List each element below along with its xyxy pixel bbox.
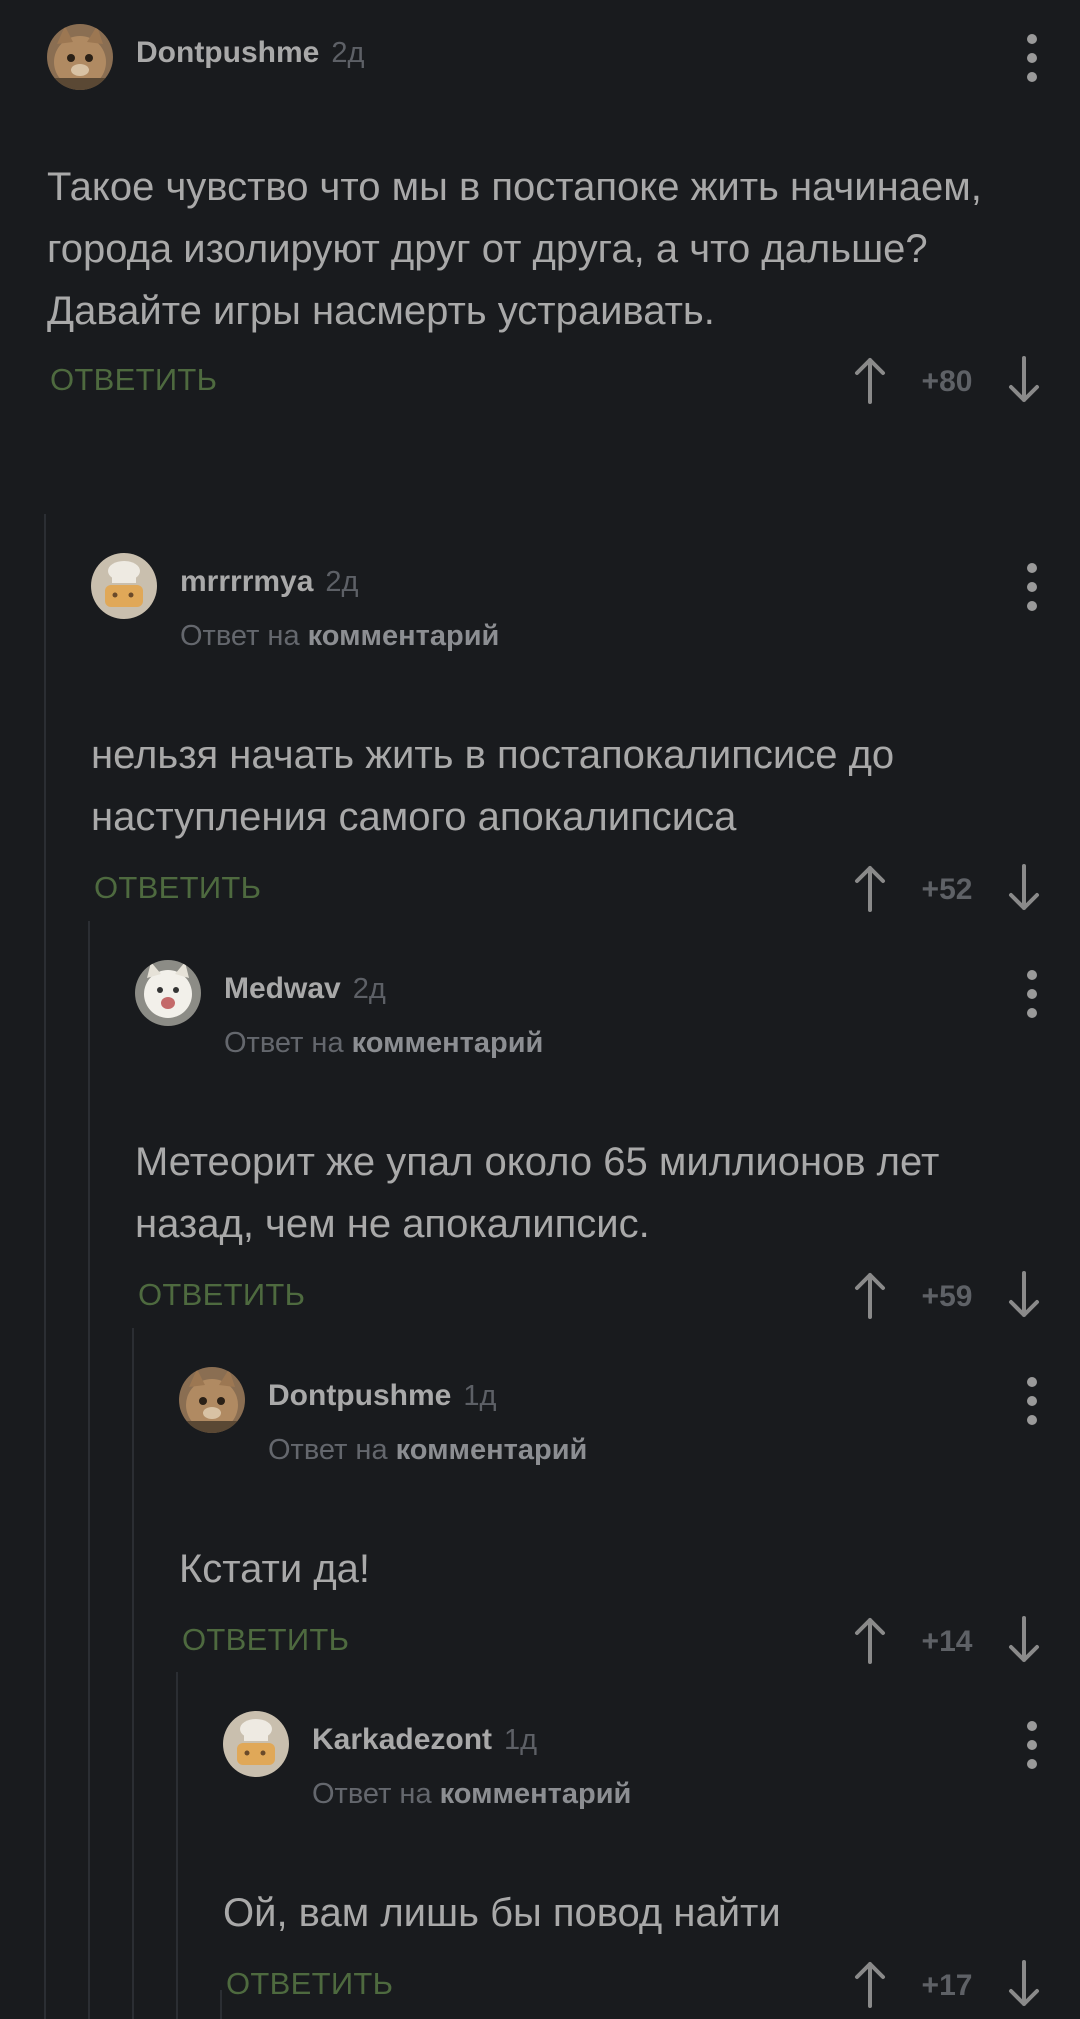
- comment-text: нельзя начать жить в постапокалипсисе до…: [91, 733, 895, 839]
- reply-button[interactable]: ОТВЕТИТЬ: [226, 1966, 393, 2002]
- downvote-arrow-icon[interactable]: [1006, 864, 1042, 912]
- upvote-arrow-icon[interactable]: [852, 1616, 888, 1664]
- more-options-icon[interactable]: [1022, 563, 1042, 611]
- thread-line-level-1: [44, 514, 46, 2019]
- comment-author[interactable]: Medwav 2д: [224, 972, 386, 1006]
- more-options-icon[interactable]: [1022, 1377, 1042, 1425]
- comment-author[interactable]: Dontpushme 2д: [136, 36, 364, 70]
- author-name[interactable]: Dontpushme: [136, 36, 319, 69]
- comment-time: 2д: [325, 566, 359, 598]
- reply-to-link[interactable]: комментарий: [352, 1027, 544, 1059]
- upvote-arrow-icon[interactable]: [852, 1271, 888, 1319]
- comment-time: 1д: [463, 1380, 497, 1412]
- comment-actions: ОТВЕТИТЬ +17: [223, 1954, 1080, 2014]
- avatar[interactable]: [135, 960, 201, 1026]
- downvote-arrow-icon[interactable]: [1006, 356, 1042, 404]
- vote-controls: +14: [852, 1610, 1042, 1670]
- vote-controls: +59: [852, 1265, 1042, 1325]
- author-name[interactable]: Karkadezont: [312, 1723, 492, 1756]
- comment-actions: ОТВЕТИТЬ +80: [47, 350, 1080, 410]
- thread-line-level-4: [176, 1672, 178, 2019]
- reply-to-prefix: Ответ на: [312, 1778, 432, 1810]
- comment-time: 1д: [504, 1724, 538, 1756]
- upvote-arrow-icon[interactable]: [852, 1960, 888, 2008]
- comment-header: Dontpushme 1д Ответ на комментарий: [179, 1367, 1080, 1466]
- comment: Dontpushme 2д Такое чувство что мы в пост…: [47, 24, 1080, 410]
- comment-actions: ОТВЕТИТЬ +59: [135, 1265, 1080, 1325]
- reply-to-link[interactable]: комментарий: [440, 1778, 632, 1810]
- thread-line-level-2: [88, 921, 90, 2019]
- vote-controls: +52: [852, 858, 1042, 918]
- comment-header: Dontpushme 2д: [47, 24, 1080, 94]
- avatar[interactable]: [179, 1367, 245, 1433]
- reply-button[interactable]: ОТВЕТИТЬ: [50, 362, 217, 398]
- reply-to-info: Ответ на комментарий: [180, 620, 499, 653]
- comment-header: mrrrrmya 2д Ответ на комментарий: [91, 553, 1080, 652]
- avatar[interactable]: [47, 24, 113, 90]
- comment-score: +52: [921, 873, 973, 906]
- comment-author[interactable]: Dontpushme 1д: [268, 1379, 496, 1413]
- reply-button[interactable]: ОТВЕТИТЬ: [182, 1622, 349, 1658]
- comment-score: +59: [921, 1280, 973, 1313]
- comment-text: Кстати да!: [179, 1547, 371, 1591]
- comment-score: +17: [921, 1969, 973, 2002]
- upvote-arrow-icon[interactable]: [852, 864, 888, 912]
- more-options-icon[interactable]: [1022, 34, 1042, 82]
- reply-to-link[interactable]: комментарий: [396, 1434, 588, 1466]
- reply-to-info: Ответ на комментарий: [268, 1434, 587, 1467]
- vote-controls: +80: [852, 350, 1042, 410]
- thread-line-level-3: [132, 1328, 134, 2019]
- reply-button[interactable]: ОТВЕТИТЬ: [138, 1277, 305, 1313]
- reply-to-link[interactable]: комментарий: [308, 620, 500, 652]
- comment: Dontpushme 1д Ответ на комментарий Кстати…: [179, 1367, 1080, 1670]
- downvote-arrow-icon[interactable]: [1006, 1960, 1042, 2008]
- comment-text: Такое чувство что мы в постапоке жить на…: [47, 165, 982, 333]
- avatar[interactable]: [223, 1711, 289, 1777]
- comment-text: Метеорит же упал около 65 миллионов лет …: [135, 1140, 940, 1246]
- comment-header: Medwav 2д Ответ на комментарий: [135, 960, 1080, 1059]
- reply-to-prefix: Ответ на: [224, 1027, 344, 1059]
- comment: Karkadezont 1д Ответ на комментарий Ой, в…: [223, 1711, 1080, 2014]
- thread-line-level-5: [220, 1990, 222, 2019]
- comment-actions: ОТВЕТИТЬ +52: [91, 858, 1080, 918]
- reply-button[interactable]: ОТВЕТИТЬ: [94, 870, 261, 906]
- upvote-arrow-icon[interactable]: [852, 356, 888, 404]
- reply-to-info: Ответ на комментарий: [224, 1027, 543, 1060]
- downvote-arrow-icon[interactable]: [1006, 1271, 1042, 1319]
- more-options-icon[interactable]: [1022, 1721, 1042, 1769]
- downvote-arrow-icon[interactable]: [1006, 1616, 1042, 1664]
- comment-header: Karkadezont 1д Ответ на комментарий: [223, 1711, 1080, 1810]
- more-options-icon[interactable]: [1022, 970, 1042, 1018]
- comment-score: +14: [921, 1625, 973, 1658]
- comment: mrrrrmya 2д Ответ на комментарий нельзя н…: [91, 553, 1080, 918]
- author-name[interactable]: Medwav: [224, 972, 341, 1005]
- comment-score: +80: [921, 365, 973, 398]
- author-name[interactable]: mrrrrmya: [180, 565, 313, 598]
- comment-text: Ой, вам лишь бы повод найти: [223, 1891, 781, 1935]
- comment-actions: ОТВЕТИТЬ +14: [179, 1610, 1080, 1670]
- reply-to-prefix: Ответ на: [180, 620, 300, 652]
- comment-time: 2д: [352, 973, 386, 1005]
- reply-to-info: Ответ на комментарий: [312, 1778, 631, 1811]
- avatar[interactable]: [91, 553, 157, 619]
- comment-author[interactable]: Karkadezont 1д: [312, 1723, 537, 1757]
- comment: Medwav 2д Ответ на комментарий Метеорит ж…: [135, 960, 1080, 1325]
- author-name[interactable]: Dontpushme: [268, 1379, 451, 1412]
- reply-to-prefix: Ответ на: [268, 1434, 388, 1466]
- comment-time: 2д: [331, 37, 365, 69]
- comment-author[interactable]: mrrrrmya 2д: [180, 565, 358, 599]
- vote-controls: +17: [852, 1954, 1042, 2014]
